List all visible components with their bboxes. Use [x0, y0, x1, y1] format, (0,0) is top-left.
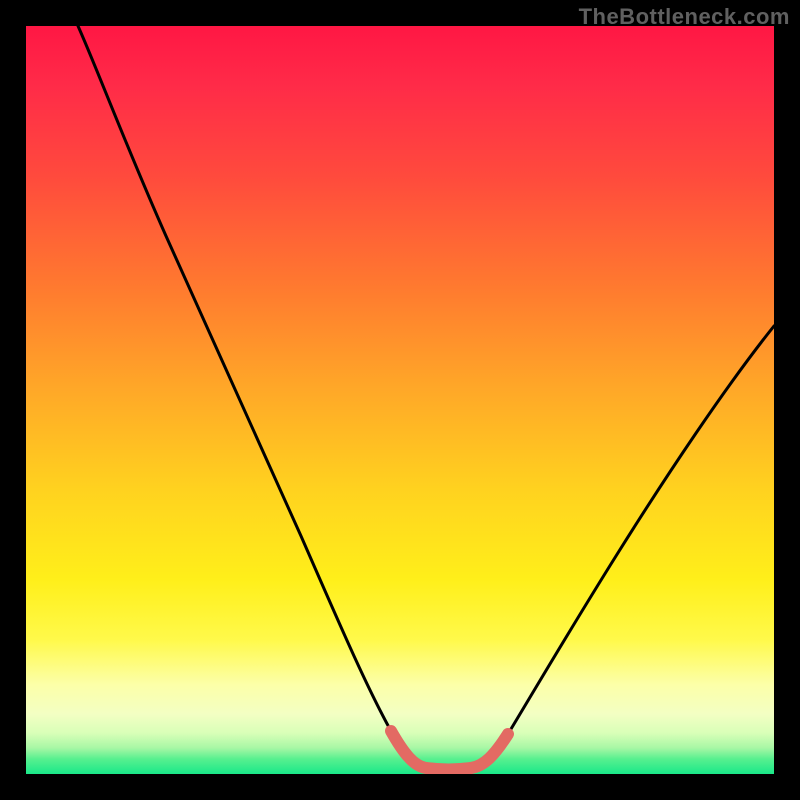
- bottleneck-curve: [78, 26, 774, 770]
- watermark-text: TheBottleneck.com: [579, 4, 790, 30]
- valley-highlight: [391, 731, 508, 770]
- chart-frame: TheBottleneck.com: [0, 0, 800, 800]
- plot-area: [26, 26, 774, 774]
- curve-layer: [26, 26, 774, 774]
